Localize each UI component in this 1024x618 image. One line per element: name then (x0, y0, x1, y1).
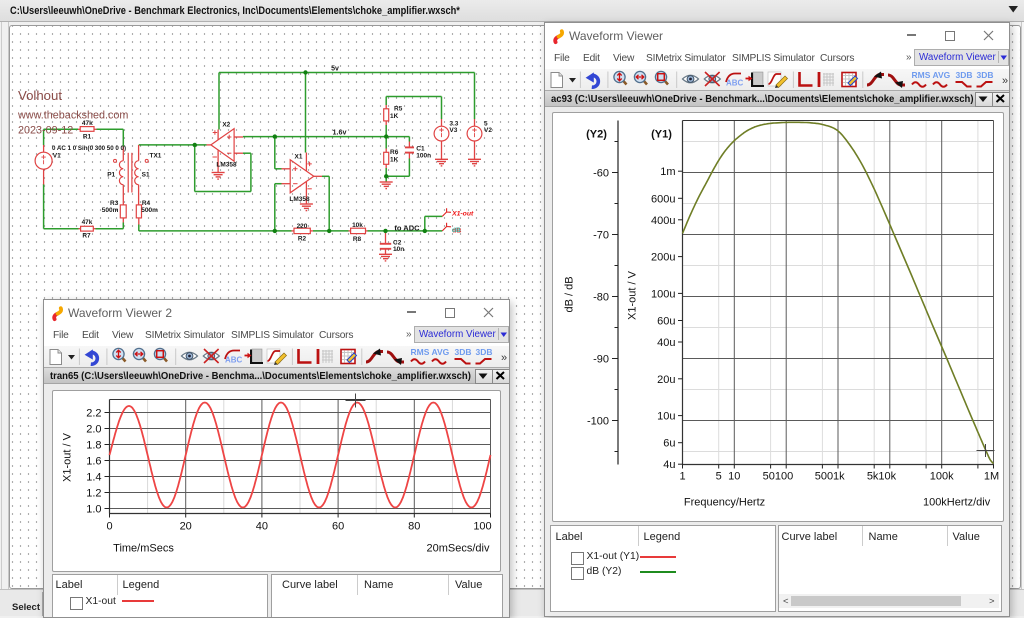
svg-text:5: 5 (715, 470, 721, 482)
svg-text:ABC: ABC (225, 356, 243, 365)
svg-text:R3: R3 (110, 200, 119, 207)
svg-text:S1: S1 (142, 172, 150, 179)
svg-text:-100: -100 (586, 415, 608, 427)
svg-text:AVG: AVG (432, 347, 450, 357)
svg-text:V2: V2 (484, 127, 492, 134)
svg-text:1m: 1m (660, 166, 675, 178)
svg-text:100n: 100n (416, 152, 431, 159)
svg-text:www.thebackshed.com: www.thebackshed.com (17, 110, 128, 122)
svg-text:1.2: 1.2 (86, 487, 101, 499)
svg-text:100u: 100u (651, 288, 675, 300)
svg-text:-80: -80 (593, 291, 609, 303)
svg-text:X1-out: X1-out (451, 210, 474, 217)
svg-text:R4: R4 (142, 200, 151, 207)
svg-text:1M: 1M (983, 470, 998, 482)
svg-text:2.2: 2.2 (86, 407, 101, 419)
svg-text:100: 100 (473, 520, 491, 532)
svg-text:-60: -60 (593, 167, 609, 179)
svg-text:TX1: TX1 (150, 153, 162, 160)
svg-text:60u: 60u (657, 315, 675, 327)
svg-text:2.0: 2.0 (86, 423, 101, 435)
svg-text:R8: R8 (353, 236, 362, 243)
svg-text:1.6v: 1.6v (333, 127, 347, 136)
svg-text:LM358: LM358 (289, 196, 310, 203)
svg-text:R7: R7 (82, 233, 91, 240)
svg-text:3DB: 3DB (977, 70, 994, 80)
svg-text:20u: 20u (657, 373, 675, 385)
svg-text:10k: 10k (352, 222, 363, 229)
svg-text:10: 10 (728, 470, 740, 482)
svg-text:3DB: 3DB (476, 347, 493, 357)
svg-text:1.8: 1.8 (86, 439, 101, 451)
svg-text:47k: 47k (82, 219, 93, 226)
svg-text:6u: 6u (663, 437, 675, 449)
svg-text:20: 20 (180, 520, 192, 532)
svg-text:dB: dB (452, 227, 461, 234)
svg-text:100k: 100k (929, 470, 953, 482)
svg-text:400u: 400u (651, 214, 675, 226)
svg-text:60: 60 (332, 520, 344, 532)
svg-text:1: 1 (679, 470, 685, 482)
svg-text:LM358: LM358 (216, 162, 237, 169)
svg-text:1.4: 1.4 (86, 471, 101, 483)
svg-text:RMS: RMS (411, 347, 430, 357)
svg-text:80: 80 (408, 520, 420, 532)
svg-text:X1: X1 (295, 154, 303, 161)
svg-text:(Y2): (Y2) (586, 128, 607, 140)
svg-text:40u: 40u (657, 337, 675, 349)
svg-text:0 AC 1 0 Sin(0 300 50 0 0): 0 AC 1 0 Sin(0 300 50 0 0) (52, 145, 126, 152)
svg-text:-70: -70 (593, 229, 609, 241)
svg-text:V1: V1 (53, 152, 61, 159)
svg-text:20mSecs/div: 20mSecs/div (427, 542, 490, 554)
svg-text:3DB: 3DB (455, 347, 472, 357)
svg-text:500m: 500m (141, 207, 158, 214)
svg-text:220: 220 (297, 223, 308, 230)
svg-text:ABC: ABC (726, 79, 744, 88)
svg-text:Volhout: Volhout (18, 88, 62, 103)
svg-text:AVG: AVG (933, 70, 951, 80)
svg-text:V3: V3 (449, 127, 457, 134)
svg-text:10n: 10n (393, 246, 404, 253)
svg-text:1.6: 1.6 (86, 455, 101, 467)
svg-text:Time/mSecs: Time/mSecs (113, 542, 174, 554)
svg-text:dB / dB: dB / dB (563, 276, 575, 312)
svg-text:X2: X2 (222, 122, 230, 129)
svg-text:(Y1): (Y1) (651, 128, 672, 140)
svg-text:P1: P1 (107, 172, 115, 179)
svg-text:R2: R2 (298, 236, 307, 243)
svg-text:500m: 500m (102, 207, 119, 214)
svg-text:»: » (501, 352, 507, 364)
svg-text:50100: 50100 (762, 470, 793, 482)
svg-text:10u: 10u (657, 410, 675, 422)
svg-text:-90: -90 (593, 353, 609, 365)
svg-text:5v: 5v (331, 66, 339, 73)
svg-text:100kHertz/div: 100kHertz/div (922, 496, 990, 508)
svg-text:5001k: 5001k (814, 470, 844, 482)
svg-text:5k10k: 5k10k (866, 470, 896, 482)
svg-text:R5: R5 (394, 106, 403, 113)
svg-text:to ADC: to ADC (394, 223, 420, 232)
svg-text:Frequency/Hertz: Frequency/Hertz (683, 496, 764, 508)
svg-text:600u: 600u (651, 193, 675, 205)
svg-text:R1: R1 (83, 134, 92, 141)
svg-text:1.0: 1.0 (86, 503, 101, 515)
svg-text:R6: R6 (390, 149, 399, 156)
svg-text:4u: 4u (663, 459, 675, 471)
svg-text:3DB: 3DB (956, 70, 973, 80)
svg-text:1K: 1K (390, 156, 399, 163)
svg-text:1K: 1K (390, 113, 399, 120)
svg-text:X1-out / V: X1-out / V (626, 270, 638, 320)
svg-text:RMS: RMS (912, 70, 931, 80)
svg-text:200u: 200u (651, 251, 675, 263)
svg-text:40: 40 (256, 520, 268, 532)
svg-text:2023-09-12: 2023-09-12 (18, 125, 73, 137)
svg-text:0: 0 (106, 520, 112, 532)
svg-text:»: » (1002, 75, 1008, 87)
svg-text:X1-out / V: X1-out / V (62, 432, 74, 482)
svg-text:C1: C1 (416, 145, 425, 152)
